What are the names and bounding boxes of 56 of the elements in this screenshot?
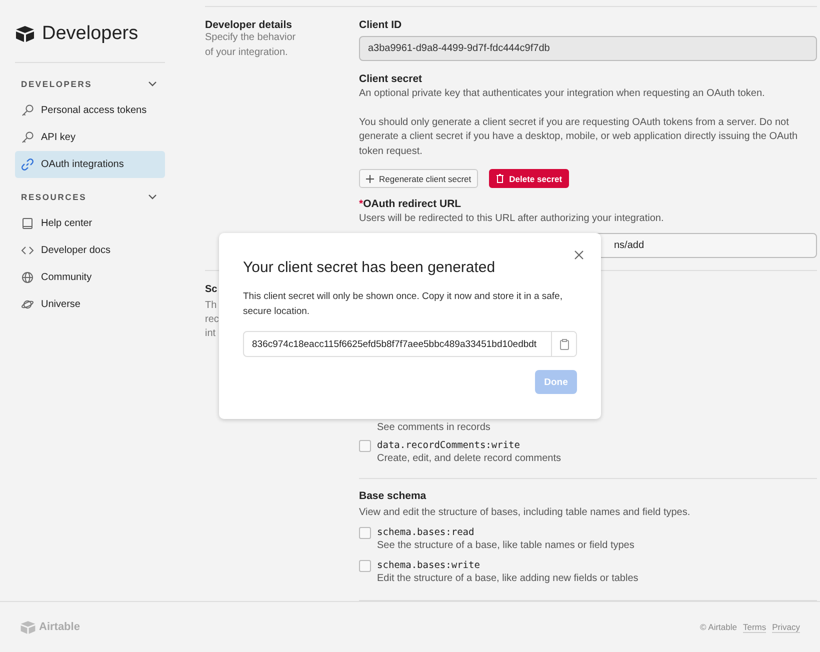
sidebar-item[interactable]: OAuth integrations [15,151,165,178]
scope-description: See comments in records [376,420,492,434]
section-text: Sc [205,282,218,296]
section-title: Developer details [205,19,293,31]
cube-logo-icon [15,26,35,42]
chevron-icon[interactable] [148,81,157,87]
field-label: Client ID [359,19,403,31]
scope-description: Create, edit, and delete record comments [377,452,561,466]
sidebar-item[interactable]: Universe [15,291,165,318]
copyright-text: © Airtable [700,622,737,632]
section-heading: DEVELOPERS [21,79,92,89]
globe-icon [21,271,34,284]
group-description: View and edit the structure of bases, including table names and field types. [359,506,692,520]
code-icon [21,244,34,257]
field-note: You should only generate a client secret if you are requesting OAuth tokens from a server. Do not generate a client secret if you have a desktop, mobile, or web application directly issuing the OAuth token request. [359,116,799,158]
cube-logo-icon [20,620,36,634]
sidebar-item[interactable]: API key [15,124,165,151]
field-label: Client secret [359,73,424,85]
dialog-title: Your client secret has been generated [243,259,496,276]
trash-icon [496,174,504,183]
field-label: *OAuth redirect URL [359,198,462,210]
section-heading: RESOURCES [21,192,87,202]
checkbox[interactable] [359,440,371,452]
checkbox[interactable] [359,560,371,572]
scope-name: schema.bases:write [377,558,481,572]
sidebar-item[interactable]: Community [15,264,165,291]
client-id-field[interactable]: a3ba9961-d9a8-4499-9d7f-fdc444c9f7db [359,36,817,61]
scope-description: Edit the structure of a base, like adding new fields or tables [377,572,638,586]
page-title: Developers [42,23,138,45]
checkbox[interactable] [359,527,371,539]
group-title: Base schema [359,490,428,502]
brand-name: Airtable [39,621,80,633]
section-text: Th [205,298,217,312]
section-description: Specify the behavior of your integration. [205,31,297,60]
chevron-icon[interactable] [148,194,157,200]
key-icon [21,131,34,144]
field-description: An optional private key that authenticates your integration when requesting an OAuth token. [359,87,766,101]
regenerate-button[interactable]: Regenerate client secret [359,169,478,188]
key-icon [21,104,34,117]
sidebar-item[interactable]: Personal access tokens [15,97,165,124]
close-icon[interactable] [574,250,584,260]
scope-name: schema.bases:read [377,526,476,539]
book-icon [21,217,34,230]
scope-description: See the structure of a base, like table names or field types [377,539,634,553]
link-icon [21,158,34,171]
section-text: int [205,326,216,340]
delete-button[interactable]: Delete secret [489,169,570,188]
plus-icon [366,174,374,182]
sidebar-item[interactable]: Help center [15,210,165,237]
field-description: Users will be redirected to this URL after authorizing your integration. [359,212,665,226]
sidebar-item[interactable]: Developer docs [15,237,165,264]
dialog-message: This client secret will only be shown once. Copy it now and store it in a safe, secure location. [243,290,564,318]
planet-icon [21,298,34,311]
section-text: rec [205,312,219,326]
scope-name: data.recordComments:write [377,439,521,452]
required-mark: * [359,198,364,210]
